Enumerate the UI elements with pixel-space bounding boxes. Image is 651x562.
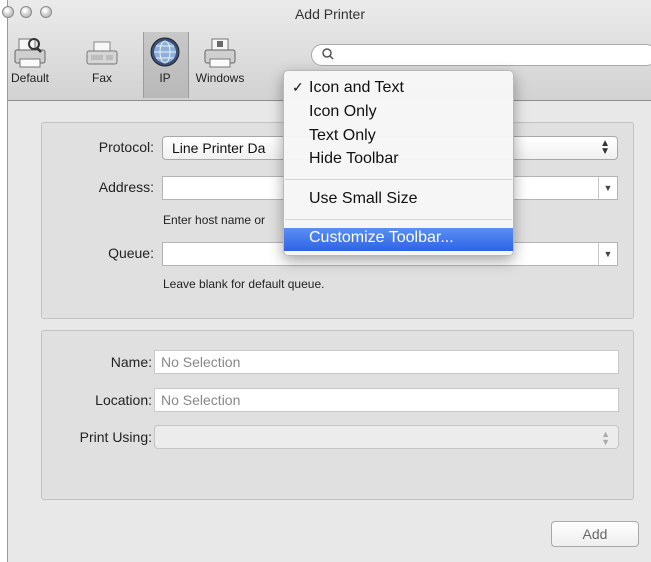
menu-separator — [285, 219, 512, 220]
menu-item-use-small-size[interactable]: Use Small Size — [284, 189, 513, 211]
queue-label: Queue: — [108, 245, 154, 261]
chevron-down-icon[interactable]: ▼ — [598, 243, 617, 265]
menu-item-customize-toolbar[interactable]: Customize Toolbar... — [284, 228, 513, 251]
toolbar-item-ip[interactable]: IP — [144, 36, 186, 85]
chevron-down-icon[interactable]: ▼ — [598, 177, 617, 199]
print-using-label: Print Using: — [79, 429, 152, 445]
protocol-label: Protocol: — [98, 139, 154, 155]
toolbar-context-menu: ✓ Icon and Text Icon Only Text Only Hide… — [283, 70, 514, 256]
details-panel: Name: No Selection Location: No Selectio… — [41, 330, 634, 500]
search-input[interactable] — [311, 44, 651, 66]
updown-arrows-icon: ▲ ▼ — [600, 138, 610, 157]
menu-item-icon-and-text[interactable]: ✓ Icon and Text — [284, 78, 513, 100]
toolbar-label-ip: IP — [159, 71, 171, 85]
toolbar-item-default[interactable]: Default — [2, 36, 58, 85]
name-label: Name: — [110, 354, 152, 370]
location-label: Location: — [95, 392, 152, 408]
menu-item-label: Customize Toolbar... — [309, 229, 454, 246]
queue-hint: Leave blank for default queue. — [163, 277, 325, 291]
menu-item-text-only[interactable]: Text Only — [284, 126, 513, 148]
toolbar-item-windows[interactable]: Windows — [190, 36, 250, 85]
add-button[interactable]: Add — [551, 521, 639, 547]
window-title: Add Printer — [294, 6, 366, 22]
location-value: No Selection — [161, 392, 241, 408]
menu-item-label: Hide Toolbar — [309, 150, 399, 167]
toolbar-label-default: Default — [10, 71, 50, 85]
menu-item-label: Icon Only — [309, 103, 377, 120]
protocol-value: Line Printer Da — [172, 140, 266, 156]
menu-item-hide-toolbar[interactable]: Hide Toolbar — [284, 149, 513, 171]
checkmark-icon: ✓ — [292, 79, 304, 95]
menu-separator — [285, 179, 512, 180]
menu-item-label: Use Small Size — [309, 190, 418, 207]
menu-item-label: Icon and Text — [309, 79, 404, 96]
location-field[interactable]: No Selection — [154, 388, 619, 412]
updown-arrows-icon: ▲ ▼ — [601, 429, 610, 447]
menu-item-label: Text Only — [309, 127, 376, 144]
globe-icon — [148, 36, 182, 70]
search-icon — [322, 48, 334, 63]
toolbar-item-fax[interactable]: Fax — [82, 36, 122, 85]
printer-search-icon — [13, 36, 47, 70]
printer-windows-icon — [203, 36, 237, 70]
name-value: No Selection — [161, 354, 241, 370]
fax-icon — [85, 36, 119, 70]
address-hint: Enter host name or — [163, 213, 266, 227]
print-using-select[interactable]: ▲ ▼ — [154, 425, 619, 449]
menu-item-icon-only[interactable]: Icon Only — [284, 102, 513, 124]
name-field[interactable]: No Selection — [154, 350, 619, 374]
address-label: Address: — [98, 179, 154, 195]
add-printer-window: Add Printer Default Fax IP Windows Proto… — [2, 0, 651, 562]
toolbar-label-fax: Fax — [91, 71, 112, 85]
toolbar-label-windows: Windows — [195, 71, 245, 85]
